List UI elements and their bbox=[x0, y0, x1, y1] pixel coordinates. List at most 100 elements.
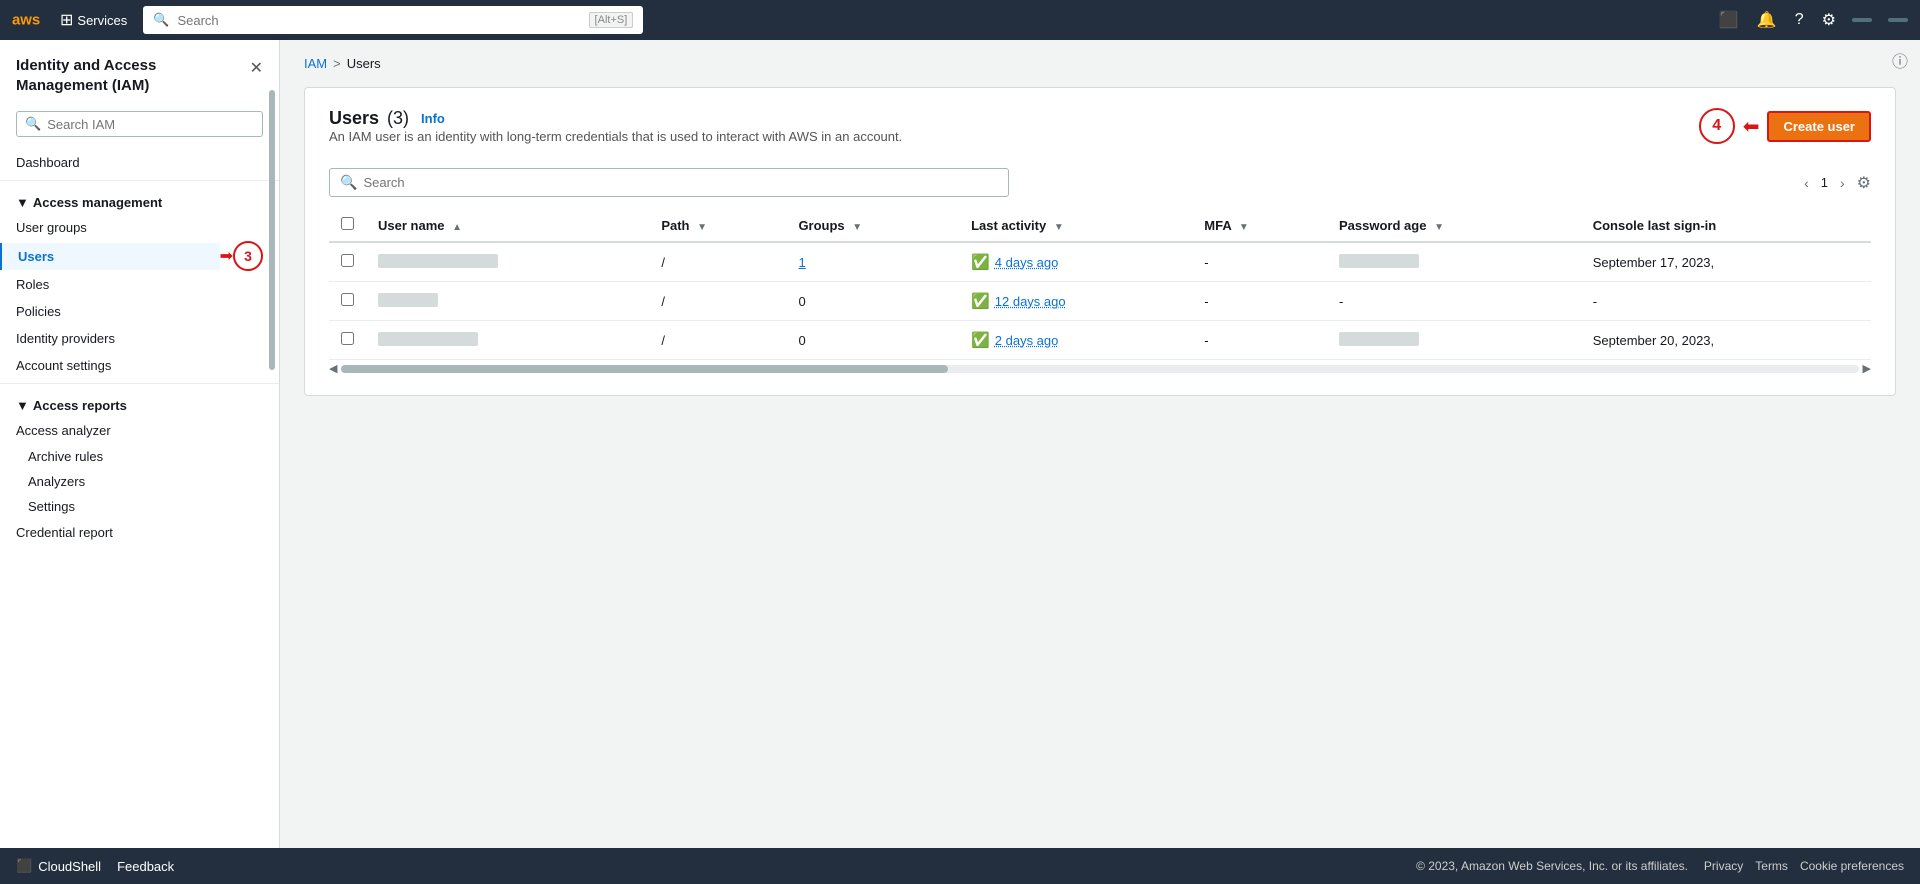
sidebar-search-icon: 🔍 bbox=[25, 116, 41, 132]
row3-path: / bbox=[649, 321, 786, 360]
cookie-preferences-link[interactable]: Cookie preferences bbox=[1800, 859, 1904, 873]
bottom-bar: ⬛ CloudShell Feedback © 2023, Amazon Web… bbox=[0, 848, 1920, 884]
search-shortcut-badge: [Alt+S] bbox=[589, 12, 634, 28]
row1-activity-link[interactable]: 4 days ago bbox=[995, 255, 1059, 270]
row2-username[interactable] bbox=[366, 282, 649, 321]
breadcrumb-iam-link[interactable]: IAM bbox=[304, 56, 327, 71]
row3-checkbox[interactable] bbox=[341, 332, 354, 345]
prev-page-button[interactable]: ‹ bbox=[1800, 173, 1813, 193]
services-menu[interactable]: ⊞ Services bbox=[60, 10, 127, 30]
page-info-icon[interactable]: ⓘ bbox=[1892, 48, 1908, 72]
row2-checkbox-cell bbox=[329, 282, 366, 321]
table-row: / 1 ✅ 4 days ago - bbox=[329, 242, 1871, 282]
username-blur-1 bbox=[378, 254, 498, 268]
sidebar-section-access-reports[interactable]: ▼ Access reports bbox=[0, 388, 279, 417]
row2-mfa: - bbox=[1192, 282, 1327, 321]
scrollbar-thumb[interactable] bbox=[341, 365, 948, 373]
global-search-input[interactable] bbox=[177, 13, 580, 28]
terminal-icon[interactable]: ⬛ bbox=[1719, 10, 1739, 30]
privacy-link[interactable]: Privacy bbox=[1704, 859, 1743, 873]
sidebar-section-access-management[interactable]: ▼ Access management bbox=[0, 185, 279, 214]
scroll-right-arrow[interactable]: ▶ bbox=[1863, 362, 1871, 375]
feedback-button[interactable]: Feedback bbox=[117, 859, 174, 874]
sidebar-item-dashboard[interactable]: Dashboard bbox=[0, 149, 279, 176]
sidebar: Identity and Access Management (IAM) ✕ 🔍… bbox=[0, 40, 280, 848]
row2-console-signin: - bbox=[1581, 282, 1871, 321]
row2-activity-link[interactable]: 12 days ago bbox=[995, 294, 1066, 309]
table-horizontal-scrollbar[interactable] bbox=[341, 365, 1858, 373]
gear-icon[interactable]: ⚙ bbox=[1822, 10, 1836, 30]
scroll-left-arrow[interactable]: ◀ bbox=[329, 362, 337, 375]
sidebar-item-identity-providers[interactable]: Identity providers bbox=[0, 325, 279, 352]
col-groups[interactable]: Groups ▼ bbox=[786, 209, 959, 242]
username-blur-2 bbox=[378, 293, 438, 307]
sidebar-item-users[interactable]: Users bbox=[0, 243, 220, 270]
row1-activity-status: ✅ 4 days ago bbox=[971, 253, 1180, 271]
row3-console-signin: September 20, 2023, bbox=[1581, 321, 1871, 360]
global-search-bar[interactable]: 🔍 [Alt+S] bbox=[143, 6, 643, 34]
sidebar-search-bar[interactable]: 🔍 bbox=[16, 111, 263, 137]
row3-mfa: - bbox=[1192, 321, 1327, 360]
terms-link[interactable]: Terms bbox=[1755, 859, 1788, 873]
sidebar-item-account-settings[interactable]: Account settings bbox=[0, 352, 279, 379]
annotation-arrow-3: ➡ bbox=[220, 246, 233, 266]
region-menu[interactable] bbox=[1888, 18, 1908, 22]
bell-icon[interactable]: 🔔 bbox=[1757, 10, 1777, 30]
row2-groups: 0 bbox=[786, 282, 959, 321]
sidebar-header: Identity and Access Management (IAM) ✕ bbox=[0, 40, 279, 103]
user-menu[interactable] bbox=[1852, 18, 1872, 22]
checkmark-icon-1: ✅ bbox=[971, 253, 990, 271]
cloudshell-icon: ⬛ bbox=[16, 858, 32, 874]
col-username[interactable]: User name ▲ bbox=[366, 209, 649, 242]
nav-icon-group: ⬛ 🔔 ? ⚙ bbox=[1719, 10, 1836, 30]
sidebar-title: Identity and Access Management (IAM) bbox=[16, 56, 250, 95]
next-page-button[interactable]: › bbox=[1836, 173, 1849, 193]
row2-path: / bbox=[649, 282, 786, 321]
question-icon[interactable]: ? bbox=[1795, 11, 1804, 29]
top-navigation: aws ⊞ Services 🔍 [Alt+S] ⬛ 🔔 ? ⚙ bbox=[0, 0, 1920, 40]
copyright-text: © 2023, Amazon Web Services, Inc. or its… bbox=[1416, 859, 1688, 873]
pagination-controls: ‹ 1 › ⚙ bbox=[1800, 173, 1871, 193]
sidebar-search-input[interactable] bbox=[47, 117, 254, 132]
username-blur-3 bbox=[378, 332, 478, 346]
row3-activity-link[interactable]: 2 days ago bbox=[995, 333, 1059, 348]
info-link[interactable]: Info bbox=[421, 111, 445, 126]
sidebar-sub-archive-rules[interactable]: Archive rules bbox=[0, 444, 279, 469]
col-path[interactable]: Path ▼ bbox=[649, 209, 786, 242]
row3-username[interactable] bbox=[366, 321, 649, 360]
row1-group-link[interactable]: 1 bbox=[798, 255, 805, 270]
sidebar-scroll-bar[interactable] bbox=[269, 90, 275, 370]
sidebar-item-user-groups[interactable]: User groups bbox=[0, 214, 279, 241]
annotation-arrow-4: ⬅ bbox=[1743, 114, 1760, 139]
sidebar-sub-analyzers[interactable]: Analyzers bbox=[0, 469, 279, 494]
row1-groups: 1 bbox=[786, 242, 959, 282]
sidebar-item-roles[interactable]: Roles bbox=[0, 271, 279, 298]
users-header: Users (3) Info An IAM user is an identit… bbox=[329, 108, 1871, 160]
table-body: / 1 ✅ 4 days ago - bbox=[329, 242, 1871, 360]
sidebar-item-credential-report[interactable]: Credential report bbox=[0, 519, 279, 546]
sidebar-item-access-analyzer[interactable]: Access analyzer bbox=[0, 417, 279, 444]
select-all-checkbox[interactable] bbox=[341, 217, 354, 230]
table-row: / 0 ✅ 12 days ago - - - bbox=[329, 282, 1871, 321]
cloudshell-button[interactable]: ⬛ CloudShell bbox=[16, 858, 101, 874]
col-mfa[interactable]: MFA ▼ bbox=[1192, 209, 1327, 242]
col-password-age[interactable]: Password age ▼ bbox=[1327, 209, 1581, 242]
sidebar-close-button[interactable]: ✕ bbox=[250, 58, 263, 78]
row2-checkbox[interactable] bbox=[341, 293, 354, 306]
sidebar-item-policies[interactable]: Policies bbox=[0, 298, 279, 325]
table-settings-icon[interactable]: ⚙ bbox=[1857, 173, 1871, 193]
annotation-circle-3: 3 bbox=[233, 241, 263, 271]
create-user-button[interactable]: Create user bbox=[1767, 111, 1871, 142]
main-content: IAM > Users ⓘ Users (3) Info An IAM user… bbox=[280, 40, 1920, 848]
table-search-bar[interactable]: 🔍 bbox=[329, 168, 1009, 197]
sidebar-sub-settings[interactable]: Settings bbox=[0, 494, 279, 519]
svg-text:aws: aws bbox=[12, 11, 40, 28]
global-search-icon: 🔍 bbox=[153, 12, 169, 28]
row2-signin-dash: - bbox=[1593, 294, 1597, 309]
aws-logo[interactable]: aws bbox=[12, 10, 44, 30]
table-search-input[interactable] bbox=[363, 175, 998, 190]
col-last-activity[interactable]: Last activity ▼ bbox=[959, 209, 1192, 242]
row1-checkbox[interactable] bbox=[341, 254, 354, 267]
row2-password-age: - bbox=[1327, 282, 1581, 321]
row1-username[interactable] bbox=[366, 242, 649, 282]
